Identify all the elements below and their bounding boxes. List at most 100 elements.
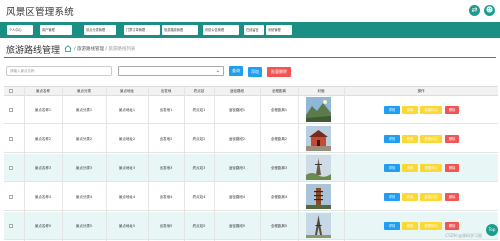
- nav-item-routes[interactable]: 旅游路线管理: [162, 25, 198, 35]
- cell-spot-name: 景点名称2: [34, 137, 52, 141]
- swap-icon[interactable]: ⇄: [469, 5, 480, 16]
- route-table: 景点名称 景点分类 景点地址 出发地 终点站 途径路段 全程距离 封面 操作 景…: [4, 86, 498, 241]
- cell-distance: 全程距离3: [270, 166, 288, 170]
- user-icon[interactable]: ☻: [484, 5, 495, 16]
- cell-spot-name: 景点名称3: [34, 166, 52, 170]
- header-terminal: 终点站: [193, 89, 205, 93]
- edit-button[interactable]: 修改: [402, 106, 418, 114]
- column-divider: [344, 87, 345, 241]
- home-icon[interactable]: [64, 45, 72, 52]
- table-header: 景点名称 景点分类 景点地址 出发地 终点站 途径路段 全程距离 封面 操作: [4, 87, 498, 96]
- delete-button[interactable]: 删除: [445, 222, 459, 230]
- edit-button[interactable]: 修改: [402, 164, 418, 172]
- cell-spot-name: 景点名称5: [34, 224, 52, 228]
- cell-route-segments: 途径路段1: [228, 108, 246, 112]
- breadcrumb: / 旅游路线管理 / 旅游路线列表: [74, 46, 135, 52]
- delete-button[interactable]: 删除: [445, 193, 459, 201]
- query-button[interactable]: 查询: [229, 66, 243, 76]
- edit-button[interactable]: 修改: [402, 222, 418, 230]
- nav-item-messages[interactable]: 在线留言: [244, 25, 264, 35]
- search-input[interactable]: 请输入景点名称: [6, 66, 112, 76]
- view-button[interactable]: 详情: [384, 106, 400, 114]
- delete-button[interactable]: 删除: [445, 135, 459, 143]
- nav-item-users[interactable]: 用户管理: [40, 25, 72, 35]
- comments-button[interactable]: 查看评论: [420, 164, 442, 172]
- cell-terminal: 终点站3: [192, 166, 206, 170]
- page-header: 旅游路线管理 / 旅游路线管理 / 旅游路线列表: [6, 42, 496, 56]
- column-divider: [260, 87, 261, 241]
- nav-item-personal[interactable]: 个人中心: [7, 25, 33, 35]
- header-spot-category: 景点分类: [77, 89, 91, 93]
- top-bar: 风景区管理系统 ⇄ ☻: [0, 0, 500, 22]
- edit-button[interactable]: 修改: [402, 193, 418, 201]
- nav-item-system[interactable]: 系统管理: [266, 25, 292, 35]
- cell-spot-category: 景点分类5: [75, 224, 93, 228]
- row-checkbox[interactable]: [9, 195, 13, 199]
- header-divider: [4, 57, 496, 58]
- table-row: 景点名称5 景点分类5 景点地址5 出发地5 终点站5 途径路段5 全程距离5 …: [4, 212, 498, 240]
- header-distance: 全程距离: [272, 89, 286, 93]
- cell-distance: 全程距离2: [270, 137, 288, 141]
- header-actions: 操作: [417, 89, 425, 93]
- cover-image-eiffel-tower: [306, 213, 331, 238]
- cell-terminal: 终点站2: [192, 137, 206, 141]
- column-divider: [214, 87, 215, 241]
- delete-button[interactable]: 删除: [445, 164, 459, 172]
- comments-button[interactable]: 查看评论: [420, 222, 442, 230]
- column-divider: [298, 87, 299, 241]
- row-checkbox[interactable]: [9, 166, 13, 170]
- comments-button[interactable]: 查看评论: [420, 135, 442, 143]
- cover-image-mountain: [306, 97, 331, 122]
- cell-spot-address: 景点地址5: [118, 224, 136, 228]
- cell-departure: 出发地3: [159, 166, 173, 170]
- header-spot-address: 景点地址: [120, 89, 134, 93]
- nav-item-announcements[interactable]: 系统公告管理: [203, 25, 239, 35]
- select-all-checkbox[interactable]: [9, 89, 13, 93]
- cell-spot-name: 景点名称1: [34, 108, 52, 112]
- comments-button[interactable]: 查看评论: [420, 106, 442, 114]
- nav-item-spot-category[interactable]: 景点分类管理: [84, 25, 116, 35]
- nav-item-ticket-orders[interactable]: 门票订单管理: [124, 25, 160, 35]
- column-divider: [184, 87, 185, 241]
- cell-departure: 出发地1: [159, 108, 173, 112]
- view-button[interactable]: 详情: [384, 222, 400, 230]
- chevron-down-icon: ⌄: [215, 68, 220, 74]
- category-select[interactable]: ⌄: [118, 66, 224, 76]
- row-checkbox[interactable]: [9, 137, 13, 141]
- cell-terminal: 终点站5: [192, 224, 206, 228]
- breadcrumb-sep: /: [74, 47, 76, 52]
- cover-image-temple: [306, 126, 331, 151]
- edit-button[interactable]: 修改: [402, 135, 418, 143]
- back-to-top-button[interactable]: Top: [486, 224, 498, 236]
- cell-spot-category: 景点分类1: [75, 108, 93, 112]
- header-departure: 出发地: [160, 89, 172, 93]
- column-divider: [106, 87, 107, 241]
- cell-departure: 出发地2: [159, 137, 173, 141]
- page-title: 旅游路线管理: [6, 46, 61, 56]
- add-button[interactable]: 添加: [248, 67, 262, 77]
- cell-departure: 出发地4: [159, 195, 173, 199]
- watermark: CSDN @源码学习屋: [445, 233, 482, 238]
- view-button[interactable]: 详情: [384, 164, 400, 172]
- main-nav: 个人中心 用户管理 景点分类管理 门票订单管理 旅游路线管理 系统公告管理 在线…: [0, 22, 500, 38]
- cover-image-tower: [306, 155, 331, 180]
- batch-delete-button[interactable]: 批量删除: [267, 67, 291, 77]
- view-button[interactable]: 详情: [384, 135, 400, 143]
- table-row: 景点名称1 景点分类1 景点地址1 出发地1 终点站1 途径路段1 全程距离1 …: [4, 96, 498, 124]
- comments-button[interactable]: 查看评论: [420, 193, 442, 201]
- row-checkbox[interactable]: [9, 108, 13, 112]
- cell-spot-address: 景点地址4: [118, 195, 136, 199]
- cell-terminal: 终点站4: [192, 195, 206, 199]
- breadcrumb-parent[interactable]: 旅游路线管理: [77, 47, 104, 52]
- delete-button[interactable]: 删除: [445, 106, 459, 114]
- cell-departure: 出发地5: [159, 224, 173, 228]
- header-cover: 封面: [317, 89, 325, 93]
- table-row: 景点名称3 景点分类3 景点地址3 出发地3 终点站3 途径路段3 全程距离3 …: [4, 154, 498, 182]
- row-checkbox[interactable]: [9, 224, 13, 228]
- breadcrumb-sep: /: [105, 47, 107, 52]
- view-button[interactable]: 详情: [384, 193, 400, 201]
- cell-route-segments: 途径路段3: [228, 166, 246, 170]
- app-title: 风景区管理系统: [6, 7, 74, 18]
- cell-spot-category: 景点分类4: [75, 195, 93, 199]
- cell-spot-address: 景点地址2: [118, 137, 136, 141]
